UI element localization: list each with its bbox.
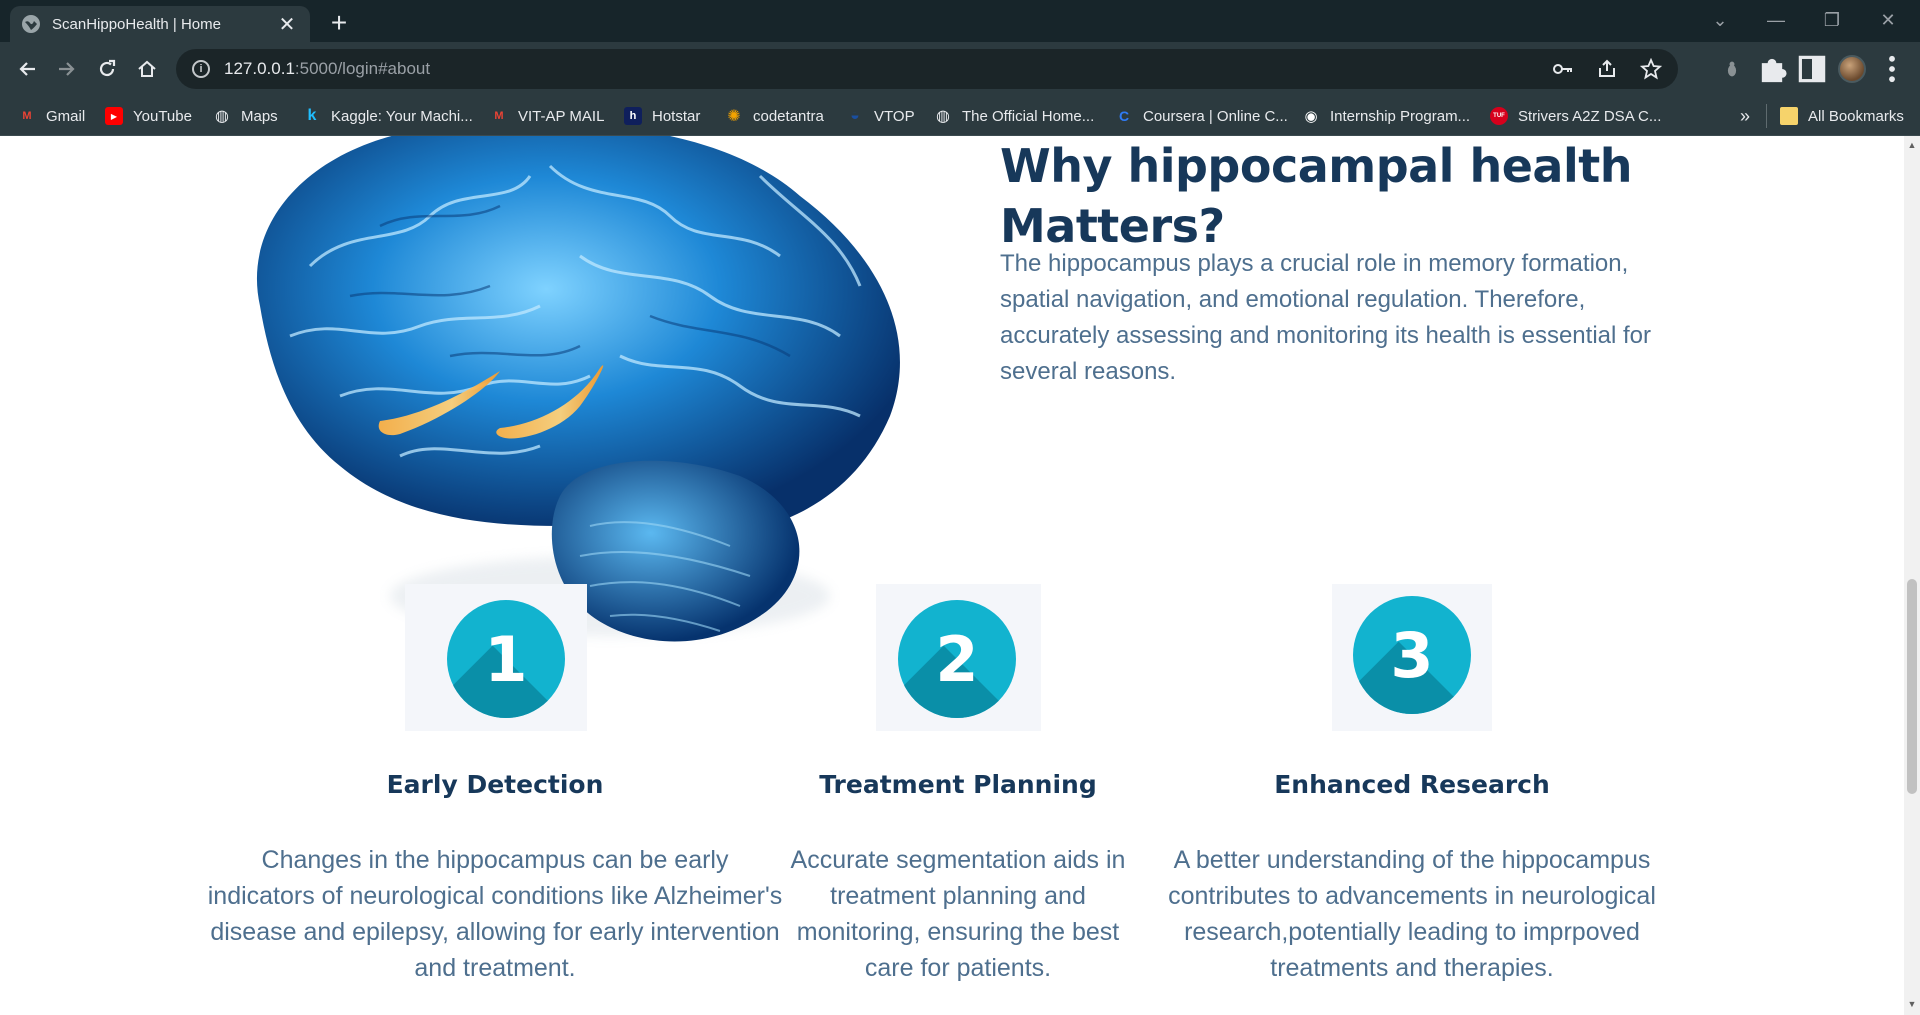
bookmark-gmail[interactable]: M Gmail: [18, 96, 85, 136]
bookmark-label: Kaggle: Your Machi...: [331, 107, 473, 125]
page-scrollbar[interactable]: ▲ ▼: [1904, 136, 1920, 1015]
bookmark-label: VTOP: [874, 107, 915, 125]
feature-text-enhanced-research: A better understanding of the hippocampu…: [1168, 846, 1656, 982]
bookmark-label: VIT-AP MAIL: [518, 107, 605, 125]
bookmark-official-home[interactable]: ◍ The Official Home...: [934, 96, 1094, 136]
bookmark-strivers[interactable]: TUF Strivers A2Z DSA C...: [1490, 96, 1661, 136]
minimize-icon[interactable]: —: [1748, 0, 1804, 40]
coursera-icon: C: [1118, 108, 1130, 124]
bookmark-label: YouTube: [133, 107, 192, 125]
puzzle-icon[interactable]: [1756, 53, 1788, 85]
bookmark-coursera[interactable]: C Coursera | Online C...: [1115, 96, 1288, 136]
bookmark-hotstar[interactable]: h Hotstar: [624, 96, 700, 136]
profile-avatar[interactable]: [1836, 53, 1868, 85]
about-description: The hippocampus plays a crucial role in …: [1000, 250, 1651, 385]
globe-icon: ◍: [936, 108, 950, 125]
feature-text-early-detection: Changes in the hippocampus can be early …: [207, 846, 783, 982]
page-viewport: Why hippocampal health Matters? The hipp…: [0, 136, 1904, 1015]
browser-tab[interactable]: ScanHippoHealth | Home ✕: [10, 6, 310, 42]
new-tab-button[interactable]: +: [324, 7, 354, 38]
scroll-up-icon[interactable]: ▲: [1907, 140, 1917, 150]
bookmark-label: All Bookmarks: [1808, 107, 1904, 125]
tab-search-icon[interactable]: ⌄: [1692, 0, 1748, 40]
number-circle-icon: 3: [1353, 596, 1471, 714]
bookmark-codetantra[interactable]: ✺ codetantra: [725, 96, 824, 136]
tab-title: ScanHippoHealth | Home: [52, 15, 221, 33]
all-bookmarks-button[interactable]: All Bookmarks: [1780, 96, 1904, 136]
bookmark-label: Maps: [241, 107, 278, 125]
gmail-icon: M: [22, 110, 32, 122]
bookmark-vtop[interactable]: ◒ VTOP: [846, 96, 915, 136]
number-circle-icon: 1: [447, 600, 565, 718]
number-digit: 1: [484, 622, 528, 696]
home-icon[interactable]: [131, 53, 163, 85]
browser-chrome: ScanHippoHealth | Home ✕ + ⌄ — ❐ ✕ i 127…: [0, 0, 1920, 136]
share-icon[interactable]: [1596, 58, 1618, 80]
folder-icon: [1780, 107, 1798, 125]
number-digit: 3: [1390, 618, 1434, 692]
bookmark-vit-ap-mail[interactable]: M VIT-AP MAIL: [490, 96, 604, 136]
address-bar[interactable]: i 127.0.0.1:5000/login#about: [176, 49, 1678, 89]
bookmark-youtube[interactable]: ▶ YouTube: [105, 96, 192, 136]
reload-icon[interactable]: [91, 53, 123, 85]
kaggle-icon: k: [307, 107, 317, 124]
internship-icon: ◉: [1304, 108, 1318, 125]
feature-title-treatment-planning: Treatment Planning: [819, 770, 1097, 799]
bookmark-internship[interactable]: ◉ Internship Program...: [1302, 96, 1470, 136]
vtop-icon: ◒: [850, 107, 860, 124]
number-digit: 2: [935, 622, 979, 696]
feature-title-enhanced-research: Enhanced Research: [1274, 770, 1550, 799]
about-heading: Why hippocampal health Matters?: [1000, 139, 1632, 253]
scroll-down-icon[interactable]: ▼: [1907, 999, 1917, 1009]
number-3-image: 3: [1332, 584, 1492, 731]
bookmark-label: Strivers A2Z DSA C...: [1518, 107, 1662, 125]
bookmark-label: codetantra: [753, 107, 824, 125]
feature-title-early-detection: Early Detection: [386, 770, 604, 799]
back-arrow-icon[interactable]: [11, 53, 43, 85]
tab-strip: ScanHippoHealth | Home ✕ + ⌄ — ❐ ✕: [0, 0, 1920, 42]
scrollbar-thumb[interactable]: [1907, 579, 1917, 794]
bookmarks-bar: M Gmail ▶ YouTube ◍ Maps k Kaggle: Your Mach…: [0, 96, 1920, 136]
site-info-icon[interactable]: i: [192, 60, 210, 78]
number-2-image: 2: [876, 584, 1041, 731]
codetantra-icon: ✺: [727, 108, 741, 125]
key-icon[interactable]: [1552, 58, 1574, 80]
avatar: [1838, 55, 1866, 83]
tab-close-icon[interactable]: ✕: [276, 13, 298, 36]
url-path: :5000/login#about: [294, 59, 431, 78]
menu-kebab-icon[interactable]: [1876, 53, 1908, 85]
bookmark-maps[interactable]: ◍ Maps: [213, 96, 278, 136]
bookmarks-overflow-button[interactable]: »: [1740, 96, 1750, 136]
tuf-icon: TUF: [1490, 107, 1508, 125]
forward-arrow-icon[interactable]: [51, 53, 83, 85]
feature-text-treatment-planning: Accurate segmentation aids in treatment …: [790, 846, 1126, 982]
number-1-image: 1: [405, 584, 587, 731]
hotstar-icon: h: [624, 107, 642, 125]
star-icon[interactable]: [1640, 58, 1662, 80]
browser-toolbar: i 127.0.0.1:5000/login#about: [0, 42, 1920, 96]
url-host: 127.0.0.1: [224, 59, 295, 78]
globe-icon: [22, 15, 40, 33]
window-close-icon[interactable]: ✕: [1860, 0, 1916, 40]
bookmark-label: Gmail: [46, 107, 86, 125]
globe-icon: ◍: [215, 108, 229, 125]
bookmark-label: The Official Home...: [962, 107, 1095, 125]
extension-icon[interactable]: [1716, 53, 1748, 85]
bookmark-kaggle[interactable]: k Kaggle: Your Machi...: [303, 96, 473, 136]
gmail-icon: M: [494, 110, 504, 122]
number-circle-icon: 2: [898, 600, 1016, 718]
restore-icon[interactable]: ❐: [1804, 0, 1860, 40]
bookmark-label: Internship Program...: [1330, 107, 1471, 125]
bookmarks-divider: [1766, 104, 1767, 128]
bookmark-label: Coursera | Online C...: [1143, 107, 1288, 125]
bookmark-label: Hotstar: [652, 107, 701, 125]
youtube-icon: ▶: [105, 107, 123, 125]
side-panel-icon[interactable]: [1796, 53, 1828, 85]
